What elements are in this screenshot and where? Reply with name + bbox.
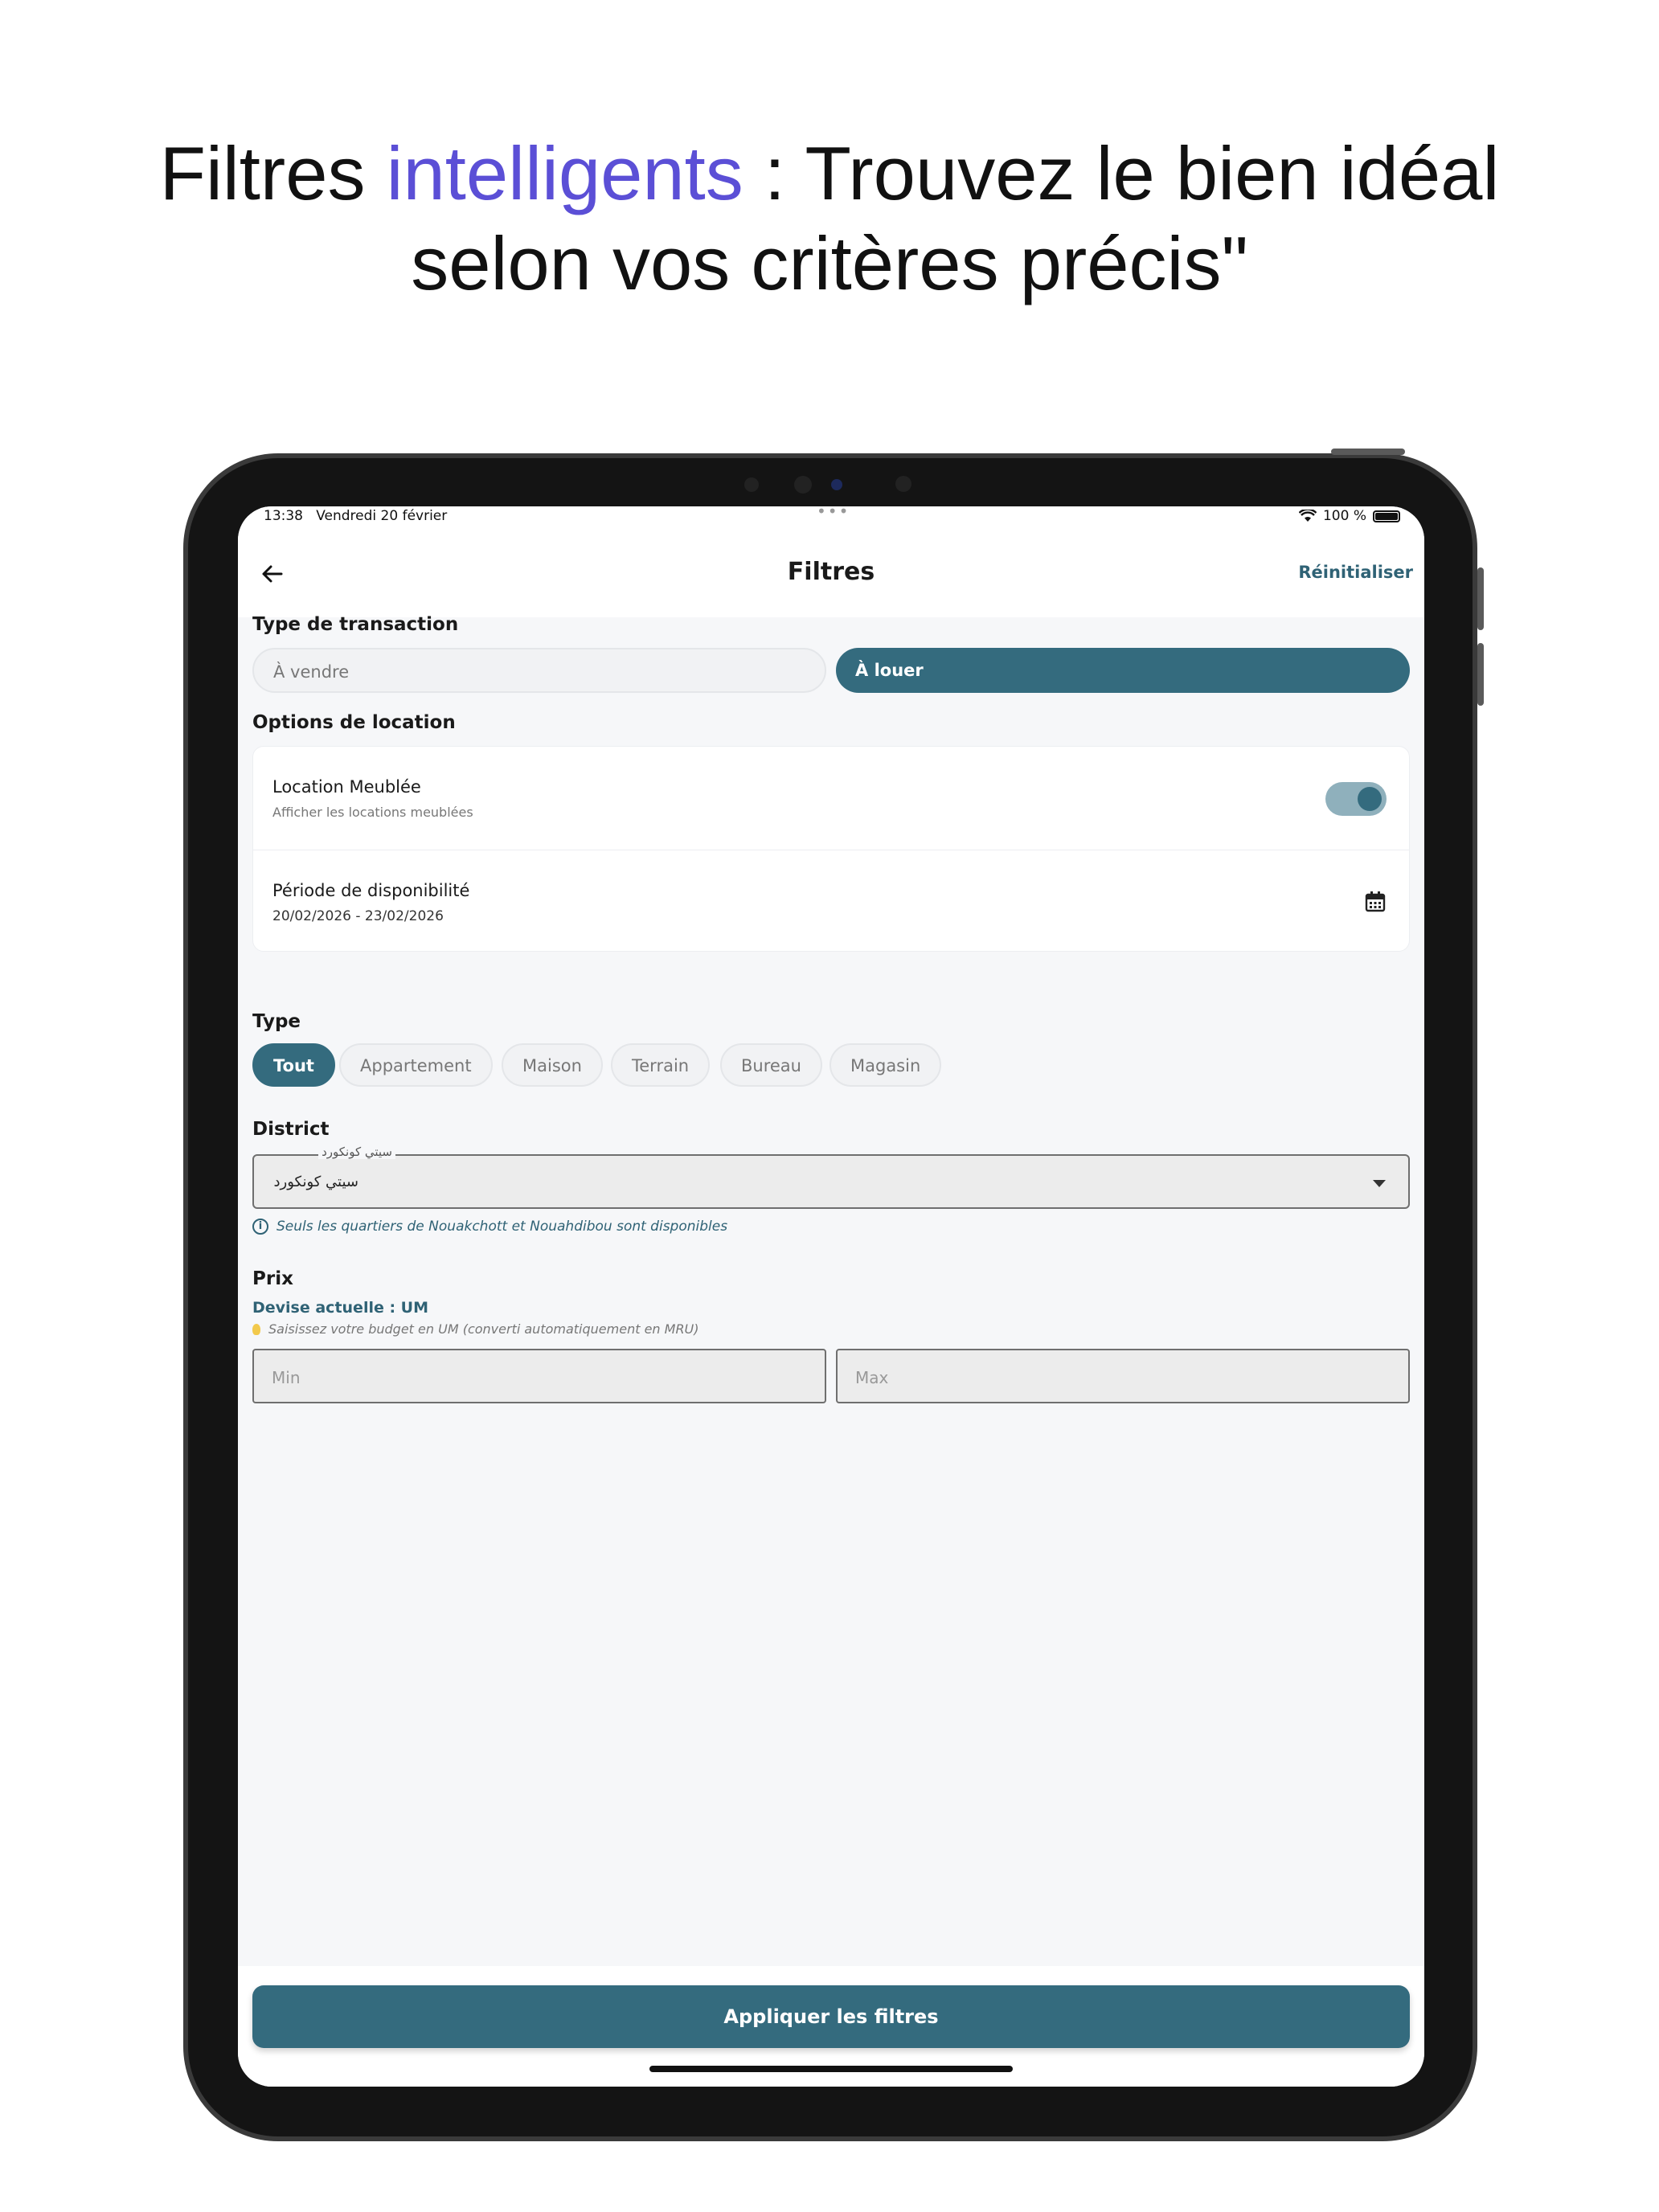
- status-time: 13:38: [264, 508, 303, 524]
- status-bar: 13:38 Vendredi 20 février ••• 100 %: [238, 506, 1424, 529]
- lightbulb-icon: [252, 1323, 260, 1335]
- type-chip-apartment[interactable]: Appartement: [339, 1043, 493, 1087]
- volume-down-button: [1477, 643, 1484, 706]
- status-time-date: 13:38 Vendredi 20 février: [264, 508, 447, 524]
- rental-options-card: Location Meublée Afficher les locations …: [252, 746, 1410, 952]
- headline-line-2: selon vos critères précis": [411, 221, 1248, 305]
- power-button: [1331, 449, 1405, 455]
- headline-prefix: Filtres: [159, 131, 387, 215]
- app-screen: 13:38 Vendredi 20 février ••• 100 % Filt…: [238, 506, 1424, 2087]
- chevron-down-icon: [1373, 1180, 1386, 1187]
- district-title: District: [252, 1119, 330, 1140]
- price-max-input[interactable]: Max: [836, 1349, 1410, 1403]
- wifi-icon: [1298, 510, 1317, 522]
- district-floating-label: سيتي كونكورد: [318, 1145, 395, 1159]
- toggle-knob: [1358, 787, 1382, 811]
- headline-line-1: Filtres intelligents : Trouvez le bien i…: [0, 129, 1659, 219]
- home-indicator[interactable]: [649, 2066, 1013, 2072]
- furnished-toggle[interactable]: [1325, 782, 1387, 816]
- reset-button[interactable]: Réinitialiser: [1298, 563, 1413, 582]
- furnished-title: Location Meublée: [272, 777, 421, 797]
- camera-icon: [794, 476, 812, 494]
- page-title: Filtres: [787, 558, 875, 586]
- page: Filtres intelligents : Trouvez le bien i…: [0, 0, 1659, 2212]
- apply-filters-button[interactable]: Appliquer les filtres: [252, 1985, 1410, 2048]
- budget-hint-text: Saisissez votre budget en UM (converti a…: [268, 1321, 699, 1337]
- battery-percent: 100 %: [1322, 508, 1366, 524]
- rental-options-title: Options de location: [252, 712, 456, 733]
- budget-hint: Saisissez votre budget en UM (converti a…: [252, 1321, 699, 1337]
- type-chip-all[interactable]: Tout: [252, 1043, 335, 1087]
- price-title: Prix: [252, 1268, 293, 1289]
- currency-label: Devise actuelle : UM: [252, 1299, 429, 1317]
- info-icon: i: [252, 1219, 268, 1235]
- app-bar: Filtres Réinitialiser: [238, 529, 1424, 617]
- transaction-sale-button[interactable]: À vendre: [252, 648, 826, 693]
- district-select[interactable]: سيتي كونكورد سيتي كونكورد: [252, 1145, 1410, 1209]
- availability-row[interactable]: Période de disponibilité 20/02/2026 - 23…: [253, 850, 1409, 952]
- bottom-bar: Appliquer les filtres: [238, 1966, 1424, 2087]
- sensor-icon: [831, 479, 842, 490]
- battery-icon: [1373, 510, 1400, 522]
- price-min-input[interactable]: Min: [252, 1349, 826, 1403]
- calendar-icon[interactable]: [1364, 891, 1387, 913]
- headline: Filtres intelligents : Trouvez le bien i…: [0, 129, 1659, 309]
- district-hint-text: Seuls les quartiers de Nouakchott et Nou…: [276, 1219, 728, 1235]
- district-hint: i Seuls les quartiers de Nouakchott et N…: [252, 1219, 727, 1235]
- multitasking-dots[interactable]: •••: [817, 506, 850, 521]
- furnished-row: Location Meublée Afficher les locations …: [253, 747, 1409, 850]
- transaction-rent-button[interactable]: À louer: [836, 648, 1410, 693]
- type-chip-house[interactable]: Maison: [502, 1043, 603, 1087]
- sensor-icon: [895, 476, 911, 492]
- furnished-subtitle: Afficher les locations meublées: [272, 805, 473, 820]
- status-right: 100 %: [1298, 508, 1400, 524]
- district-value: سيتي كونكورد: [273, 1174, 359, 1190]
- availability-value: 20/02/2026 - 23/02/2026: [272, 908, 444, 924]
- volume-up-button: [1477, 567, 1484, 630]
- type-chip-office[interactable]: Bureau: [720, 1043, 822, 1087]
- status-date: Vendredi 20 février: [316, 508, 448, 524]
- availability-title: Période de disponibilité: [272, 881, 470, 900]
- sensor-icon: [744, 477, 759, 492]
- transaction-type-title: Type de transaction: [252, 614, 459, 635]
- type-chip-shop[interactable]: Magasin: [830, 1043, 942, 1087]
- headline-rest: : Trouvez le bien idéal: [743, 131, 1500, 215]
- headline-accent: intelligents: [386, 131, 743, 215]
- type-chip-land[interactable]: Terrain: [611, 1043, 711, 1087]
- type-title: Type: [252, 1011, 301, 1032]
